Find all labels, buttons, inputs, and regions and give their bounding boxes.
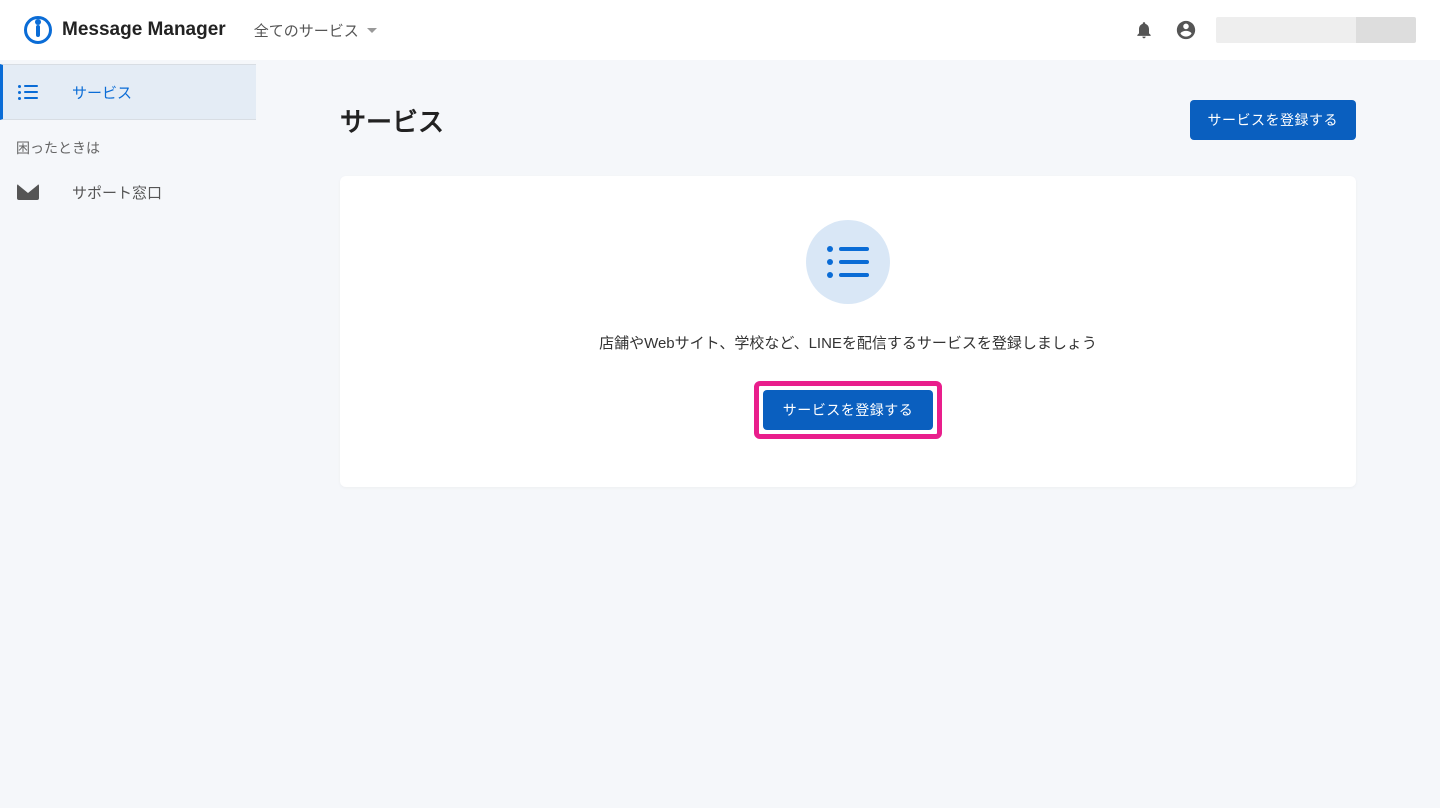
app-name: Message Manager — [62, 19, 226, 41]
bell-icon — [1134, 20, 1154, 40]
header: Message Manager 全てのサービス — [0, 0, 1440, 60]
sidebar-item-label: サービス — [72, 82, 132, 103]
page-header: サービス サービスを登録する — [340, 100, 1356, 140]
logo-icon — [24, 16, 52, 44]
user-info-placeholder — [1216, 17, 1416, 43]
empty-state-icon-circle — [806, 220, 890, 304]
highlight-annotation: サービスを登録する — [754, 381, 943, 439]
notifications-button[interactable] — [1132, 18, 1156, 42]
main-content: サービス サービスを登録する 店舗やWebサイト、学校など、LINEを配信するサ… — [256, 60, 1440, 808]
register-service-button[interactable]: サービスを登録する — [1190, 100, 1357, 140]
header-right — [1132, 17, 1416, 43]
app-logo[interactable]: Message Manager — [24, 16, 226, 44]
list-icon — [16, 80, 40, 104]
sidebar-item-services[interactable]: サービス — [0, 64, 256, 120]
service-switcher[interactable]: 全てのサービス — [254, 20, 377, 41]
sidebar: サービス 困ったときは サポート窓口 — [0, 60, 256, 808]
register-service-button-cta[interactable]: サービスを登録する — [763, 390, 934, 430]
page-title: サービス — [340, 102, 444, 139]
empty-state-card: 店舗やWebサイト、学校など、LINEを配信するサービスを登録しましょう サービ… — [340, 176, 1356, 487]
empty-state-text: 店舗やWebサイト、学校など、LINEを配信するサービスを登録しましょう — [364, 332, 1332, 353]
sidebar-item-label: サポート窓口 — [72, 182, 162, 203]
account-icon — [1175, 19, 1197, 41]
account-button[interactable] — [1174, 18, 1198, 42]
list-icon — [827, 246, 869, 278]
mail-icon — [16, 180, 40, 204]
chevron-down-icon — [367, 28, 377, 33]
service-switcher-label: 全てのサービス — [254, 20, 359, 41]
sidebar-section-title: 困ったときは — [0, 120, 256, 164]
sidebar-item-support[interactable]: サポート窓口 — [0, 164, 256, 220]
